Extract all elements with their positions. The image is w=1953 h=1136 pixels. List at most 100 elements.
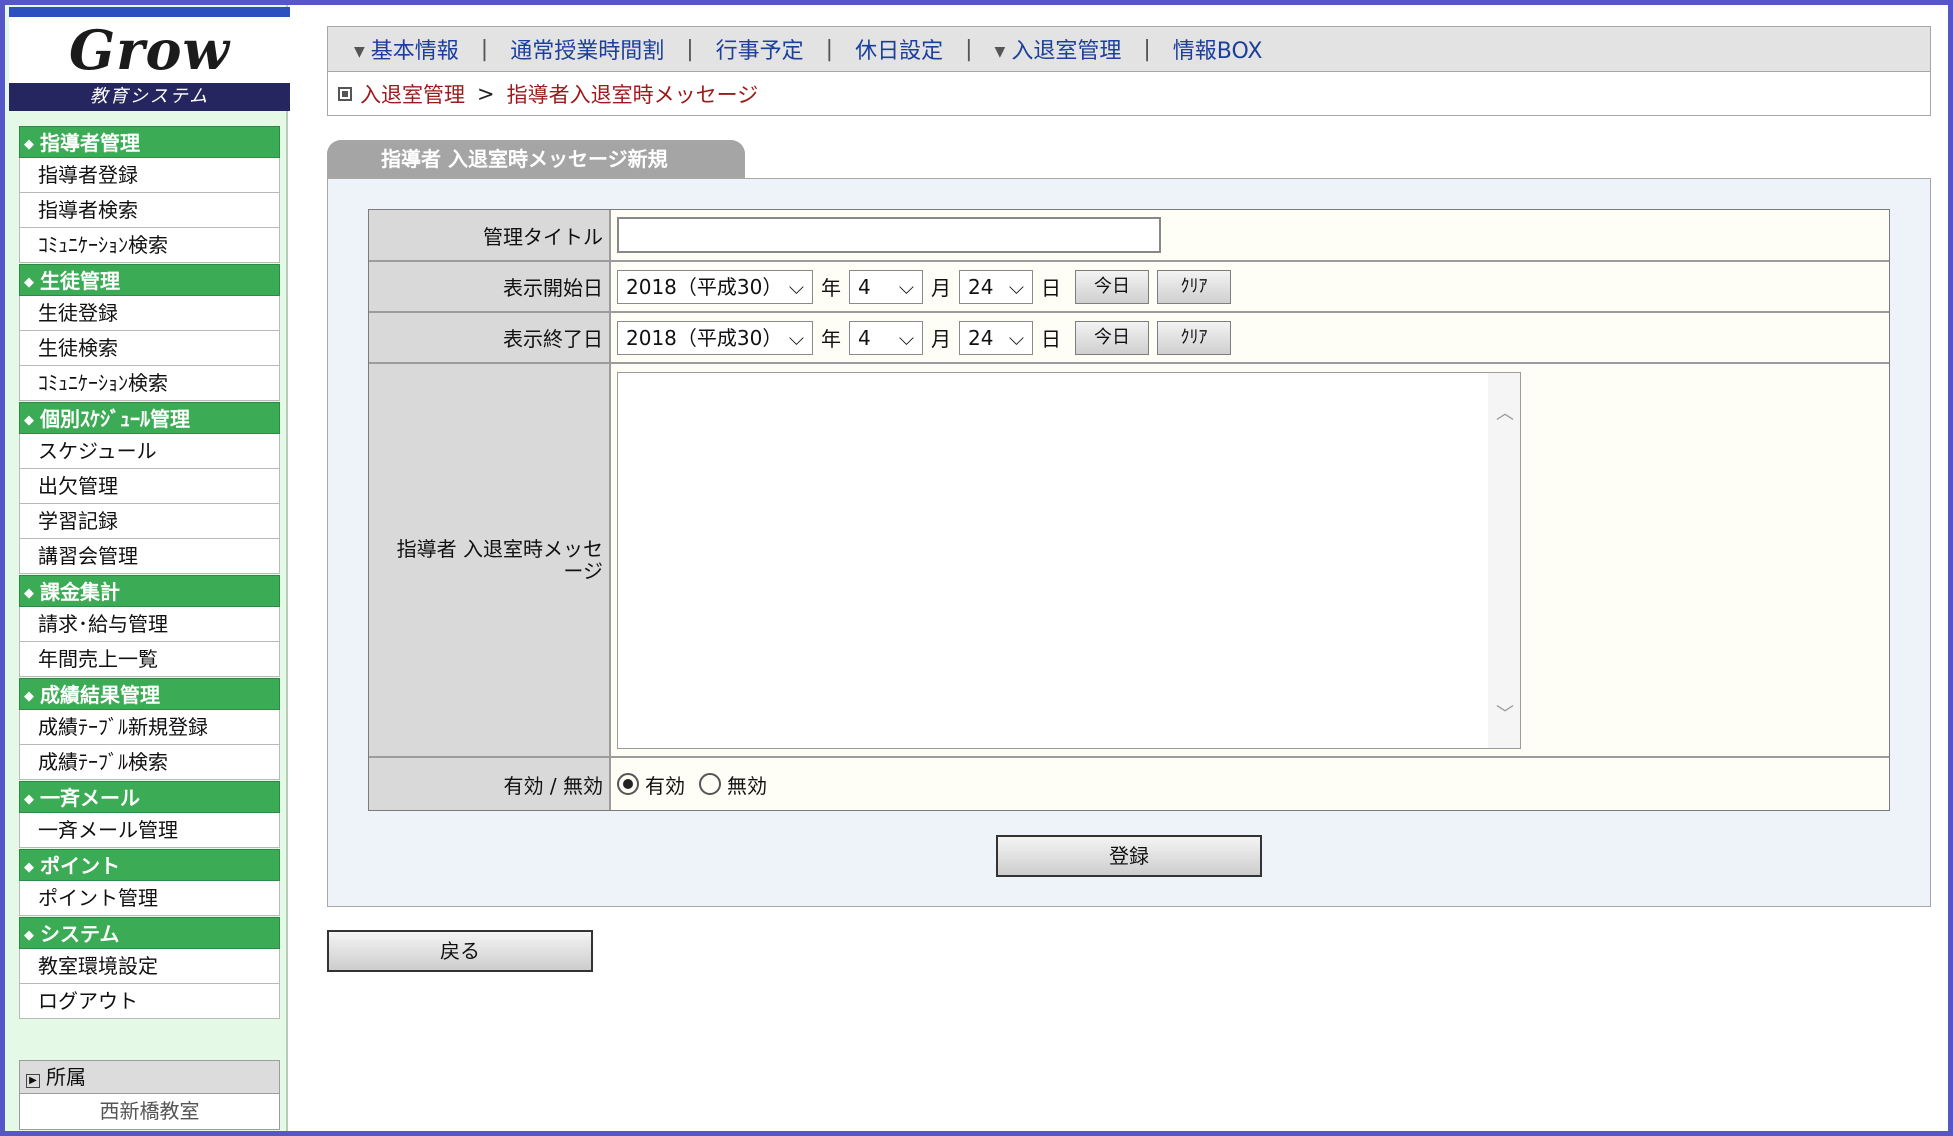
menu-item-instructor-register[interactable]: 指導者登録 [19,158,280,193]
end-today-button[interactable]: 今日 [1075,320,1149,355]
breadcrumb-separator: > [477,81,495,106]
menu-heading: ◆ システム [19,917,280,949]
nav-holiday-settings[interactable]: 休日設定 [855,33,943,65]
chevron-down-icon: ⌵ [1008,325,1024,350]
message-textarea[interactable]: ︿ ﹀ [617,371,1521,749]
diamond-icon: ◆ [24,137,34,152]
month-unit: 月 [931,276,951,300]
menu-item-grade-table-search[interactable]: 成績ﾃｰﾌﾞﾙ検索 [19,745,280,780]
breadcrumb-current: 指導者入退室時メッセージ [506,82,759,107]
sidebar: Grow 教育システム ◆ 指導者管理 指導者登録 指導者検索 ｺﾐｭﾆｹｰｼｮﾝ… [5,5,290,1131]
chevron-down-icon: ⌵ [788,274,804,299]
title-input[interactable] [617,217,1161,253]
month-unit: 月 [931,327,951,351]
affiliation-heading[interactable]: ▶ 所属 [19,1060,280,1094]
menu-item-student-register[interactable]: 生徒登録 [19,296,280,331]
nav-separator: | [686,36,694,62]
message-cell: ︿ ﹀ [611,364,1889,756]
radio-inactive[interactable] [699,773,721,795]
breadcrumb-parent[interactable]: 入退室管理 [360,79,465,109]
chevron-down-icon[interactable]: ﹀ [1496,700,1514,726]
diamond-icon: ◆ [24,792,34,807]
square-bullet-icon [338,86,352,101]
affiliation-value: 西新橋教室 [19,1094,280,1130]
menu-item-points[interactable]: ポイント管理 [19,881,280,916]
diamond-icon: ◆ [24,928,34,943]
menu-heading: ◆ 成績結果管理 [19,678,280,710]
start-today-button[interactable]: 今日 [1075,269,1149,304]
select-value: 4 [858,274,871,299]
year-unit: 年 [821,327,841,351]
register-button[interactable]: 登録 [996,835,1262,877]
end-year-select[interactable]: 2018（平成30） ⌵ [617,320,813,355]
nav-basic-info[interactable]: ▼ 基本情報 [354,33,459,65]
nav-separator: | [965,36,973,62]
end-date-label: 表示終了日 [369,313,611,362]
menu-heading: ◆ 一斉メール [19,781,280,813]
menu-item-instructor-communication-search[interactable]: ｺﾐｭﾆｹｰｼｮﾝ検索 [19,228,280,263]
chevron-down-icon: ⌵ [1008,274,1024,299]
menu-item-logout[interactable]: ログアウト [19,984,280,1019]
nav-separator: | [480,36,489,62]
end-clear-button[interactable]: ｸﾘｱ [1157,320,1231,355]
menu-heading: ◆ 課金集計 [19,575,280,607]
menu-item-annual-sales[interactable]: 年間売上一覧 [19,642,280,677]
day-unit: 日 [1041,276,1061,300]
start-month-select[interactable]: 4 ⌵ [849,269,923,304]
radio-inactive-label[interactable]: 無効 [727,770,767,799]
select-value: 4 [858,325,871,350]
day-unit: 日 [1041,327,1061,351]
diamond-icon: ◆ [24,413,34,428]
menu-heading: ◆ ポイント [19,849,280,881]
chevron-up-icon[interactable]: ︿ [1496,399,1514,425]
menu-item-study-record[interactable]: 学習記録 [19,504,280,539]
start-year-select[interactable]: 2018（平成30） ⌵ [617,269,813,304]
back-button[interactable]: 戻る [327,930,593,972]
radio-active-label[interactable]: 有効 [645,770,685,799]
start-day-select[interactable]: 24 ⌵ [959,269,1033,304]
radio-active[interactable] [617,773,639,795]
menu-item-student-communication-search[interactable]: ｺﾐｭﾆｹｰｼｮﾝ検索 [19,366,280,401]
affiliation-heading-label: 所属 [46,1065,86,1089]
expand-icon: ▶ [26,1074,40,1088]
diamond-icon: ◆ [24,275,34,290]
logo-wordmark: Grow [68,18,231,82]
nav-events[interactable]: 行事予定 [716,33,804,65]
start-clear-button[interactable]: ｸﾘｱ [1157,269,1231,304]
form-row-message: 指導者 入退室時メッセージ ︿ ﹀ [369,364,1889,758]
end-month-select[interactable]: 4 ⌵ [849,320,923,355]
menu-item-classroom-settings[interactable]: 教室環境設定 [19,949,280,984]
select-value: 2018（平成30） [626,274,783,299]
logo-subtitle: 教育システム [9,83,290,111]
nav-regular-timetable[interactable]: 通常授業時間割 [510,33,664,65]
select-value: 24 [968,325,994,350]
breadcrumb: 入退室管理 > 指導者入退室時メッセージ [327,72,1931,116]
menu-item-course-management[interactable]: 講習会管理 [19,539,280,574]
menu-item-billing-payroll[interactable]: 請求･給与管理 [19,607,280,642]
menu-heading-label: 指導者管理 [40,131,140,155]
diamond-icon: ◆ [24,689,34,704]
logo: Grow 教育システム [9,7,290,111]
end-day-select[interactable]: 24 ⌵ [959,320,1033,355]
menu-item-schedule[interactable]: スケジュール [19,434,280,469]
menu-item-attendance[interactable]: 出欠管理 [19,469,280,504]
nav-entry-exit[interactable]: ▼ 入退室管理 [995,33,1122,65]
nav-separator: | [1143,36,1151,62]
textarea-scrollbar[interactable]: ︿ ﹀ [1488,372,1520,748]
menu-item-bulk-mail[interactable]: 一斉メール管理 [19,813,280,848]
nav-label: 入退室管理 [1011,39,1122,64]
menu-item-grade-table-new[interactable]: 成績ﾃｰﾌﾞﾙ新規登録 [19,710,280,745]
status-cell: 有効 無効 [611,758,1889,810]
title-cell [611,210,1889,260]
nav-info-box[interactable]: 情報BOX [1173,33,1263,65]
title-label: 管理タイトル [369,210,611,260]
message-label: 指導者 入退室時メッセージ [369,364,611,756]
select-value: 24 [968,274,994,299]
form-row-status: 有効 / 無効 有効 無効 [369,758,1889,810]
top-nav: ▼ 基本情報 | 通常授業時間割 | 行事予定 | 休日設定 | ▼ 入退室管理 |… [327,26,1931,72]
panel-tab: 指導者 入退室時メッセージ新規 [327,140,745,178]
menu-item-student-search[interactable]: 生徒検索 [19,331,280,366]
sidebar-menu: ◆ 指導者管理 指導者登録 指導者検索 ｺﾐｭﾆｹｰｼｮﾝ検索 ◆ 生徒管理 生徒登… [19,125,280,1019]
diamond-icon: ◆ [24,860,34,875]
menu-item-instructor-search[interactable]: 指導者検索 [19,193,280,228]
